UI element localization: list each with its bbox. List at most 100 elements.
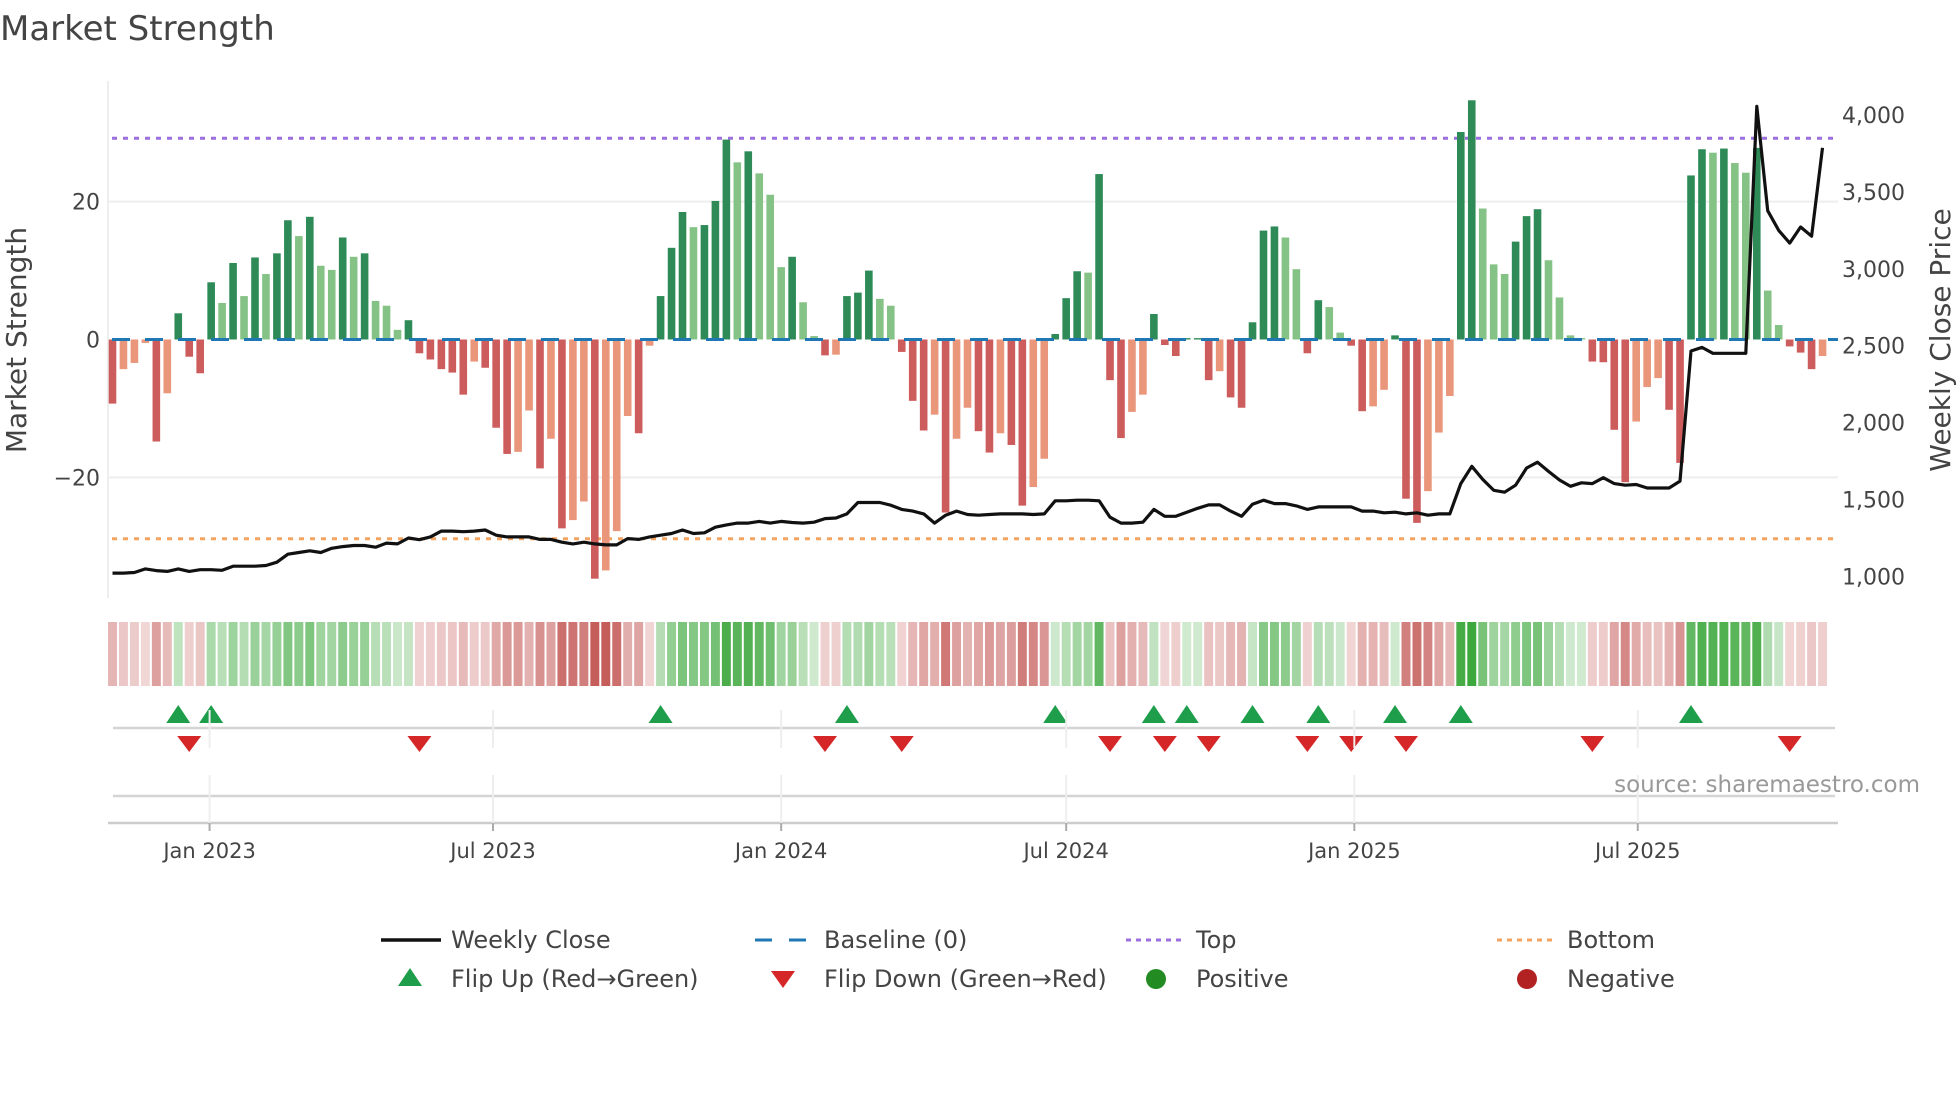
bar-negative (185, 339, 194, 357)
heat-cell (1226, 622, 1236, 686)
bar-positive (1544, 260, 1553, 340)
heat-cell (1697, 622, 1707, 686)
heat-cell (1763, 622, 1773, 686)
heat-cell (634, 622, 644, 686)
heat-cell (1631, 622, 1641, 686)
flip-up-marker (1174, 705, 1199, 723)
bar-positive (1763, 290, 1772, 340)
heat-cell (261, 622, 271, 686)
bar-negative (634, 339, 643, 434)
bar-positive (1095, 174, 1103, 340)
bar-negative (821, 339, 829, 356)
bar-negative (459, 339, 468, 395)
bar-positive (700, 225, 709, 340)
heat-cell (1259, 622, 1268, 686)
bar-positive (755, 173, 764, 340)
heat-cell (294, 622, 304, 686)
heat-cell (1730, 622, 1740, 686)
bar-positive (1489, 264, 1498, 340)
bar-negative (963, 339, 972, 408)
heat-cell (1017, 622, 1027, 686)
flip-down-marker (177, 736, 202, 752)
bar-negative (448, 339, 457, 373)
bar-negative (1446, 339, 1454, 397)
legend-item: Positive (1146, 965, 1289, 993)
heat-cell (623, 622, 633, 686)
heat-cell (228, 622, 238, 686)
heat-cell (919, 622, 929, 686)
heat-cell (1050, 622, 1060, 686)
heat-cell (1796, 622, 1806, 686)
heat-cell (831, 622, 841, 686)
bar-negative (119, 339, 128, 370)
heat-cell (699, 622, 709, 686)
bar-positive (218, 302, 226, 340)
heat-cell (1598, 622, 1608, 686)
heat-cell (327, 622, 337, 686)
bar-positive (1391, 335, 1399, 340)
flip-down-marker (1098, 736, 1123, 752)
bar-negative (547, 339, 555, 439)
x-tick-label: Jul 2024 (1021, 839, 1108, 863)
heat-cell (798, 622, 808, 686)
legend-item: Weekly Close (381, 926, 611, 954)
bar-negative (415, 339, 424, 354)
legend-label: Baseline (0) (824, 926, 967, 954)
bar-positive (766, 194, 775, 340)
triangle-up-icon (398, 968, 422, 986)
legend-label: Weekly Close (451, 926, 611, 954)
bar-negative (514, 339, 522, 452)
y-axis-title: Market Strength (0, 227, 33, 453)
heat-cell (371, 622, 381, 686)
heat-cell (1609, 622, 1619, 686)
heat-cell (1379, 622, 1389, 686)
heat-cell (491, 622, 501, 686)
legend-item: Flip Up (Red→Green) (398, 965, 699, 993)
bar-positive (1720, 148, 1728, 340)
heat-cell (897, 622, 907, 686)
heat-cell (1313, 622, 1323, 686)
bar-negative (1610, 339, 1619, 430)
y-axis-ticks: 20 0 −20 (54, 191, 100, 492)
heat-cell (678, 622, 687, 686)
bar-negative (1007, 339, 1016, 445)
bar-negative (580, 339, 588, 502)
heat-cell (1818, 622, 1828, 686)
bar-negative (897, 339, 906, 352)
heat-cell (360, 622, 370, 686)
heat-cell (984, 622, 994, 686)
bar-negative (1117, 339, 1125, 439)
bar-negative (1380, 339, 1388, 390)
bar-negative (1818, 339, 1827, 357)
heat-cell (414, 622, 424, 686)
bar-positive (1555, 297, 1564, 340)
heat-cell (502, 622, 512, 686)
heat-cell (349, 622, 359, 686)
heat-cell (1324, 622, 1334, 686)
heat-cell (1752, 622, 1762, 686)
y2-tick-label: 2,500 (1842, 335, 1905, 360)
heat-cell (283, 622, 293, 686)
heat-cell (645, 622, 655, 686)
bar-negative (1029, 339, 1038, 488)
bar-positive (1062, 298, 1070, 340)
heat-cell (393, 622, 402, 686)
bar-positive (1073, 271, 1081, 340)
flip-down-marker (889, 736, 914, 752)
bar-positive (667, 247, 676, 340)
bar-negative (163, 339, 172, 394)
bar-positive (316, 265, 325, 340)
heat-cell (1653, 622, 1663, 686)
heat-cell (1554, 622, 1564, 686)
heat-cell (1533, 622, 1543, 686)
bar-positive (1467, 100, 1476, 340)
heat-cell (1544, 622, 1553, 686)
heat-cell (1807, 622, 1817, 686)
strength-heatmap-strip (108, 622, 1828, 686)
heat-cell (118, 622, 128, 686)
bar-negative (908, 339, 917, 401)
heat-cell (1456, 622, 1466, 686)
heat-cell (1269, 622, 1279, 686)
heat-cell (842, 622, 852, 686)
bar-positive (854, 292, 862, 340)
